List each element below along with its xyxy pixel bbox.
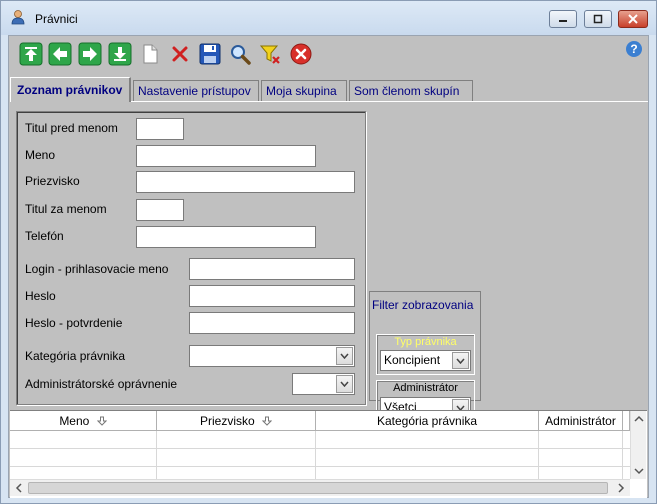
column-header-priezvisko-label: Priezvisko: [199, 414, 255, 428]
last-record-button[interactable]: [107, 41, 133, 67]
main-window: Právnici ? Zoznam právnikov Nastavenie p…: [0, 0, 657, 504]
cancel-circle-icon: [290, 43, 312, 65]
filter-title: Filter zobrazovania: [372, 298, 474, 312]
display-filter-panel: Filter zobrazovania Typ právnika Koncipi…: [369, 291, 481, 422]
column-header-filler: [623, 411, 630, 431]
lawyer-type-select[interactable]: Koncipient: [380, 350, 471, 371]
arrow-to-bottom-icon: [108, 42, 132, 66]
scroll-left-icon[interactable]: [13, 480, 25, 496]
new-document-icon: [143, 44, 158, 64]
vertical-scrollbar[interactable]: [630, 411, 646, 479]
first-name-label: Meno: [25, 148, 56, 162]
clear-filter-button[interactable]: [257, 41, 283, 67]
tab-moja-skupina[interactable]: Moja skupina: [261, 80, 347, 101]
column-divider: [538, 431, 539, 479]
title-after-input[interactable]: [136, 199, 184, 221]
last-name-input[interactable]: [136, 171, 355, 193]
filter-clear-icon: [259, 45, 280, 64]
title-before-input[interactable]: [136, 118, 184, 140]
horizontal-scroll-thumb[interactable]: [28, 482, 608, 494]
title-bar: Právnici: [1, 1, 656, 35]
scroll-up-icon[interactable]: [631, 413, 647, 425]
lawyer-type-value: Koncipient: [384, 353, 441, 367]
password-label: Heslo: [25, 289, 56, 303]
chevron-down-icon: [336, 347, 353, 365]
delete-x-icon: [172, 46, 188, 62]
maximize-button[interactable]: [584, 10, 612, 28]
first-name-input[interactable]: [136, 145, 316, 167]
sort-down-icon: [96, 416, 107, 426]
column-divider: [315, 431, 316, 479]
minimize-icon: [559, 20, 567, 22]
first-record-button[interactable]: [18, 41, 44, 67]
login-input[interactable]: [189, 258, 355, 280]
save-disk-icon: [199, 43, 221, 65]
column-header-meno[interactable]: Meno: [10, 411, 157, 431]
scroll-right-icon[interactable]: [615, 480, 627, 496]
category-label: Kategória právnika: [25, 349, 126, 363]
admin-right-select[interactable]: [292, 373, 355, 395]
lawyers-grid: Meno Priezvisko Kategória právnika Admin…: [10, 410, 647, 498]
chevron-down-icon: [452, 352, 469, 369]
column-divider: [156, 431, 157, 479]
password-input[interactable]: [189, 285, 355, 307]
client-area: ? Zoznam právnikov Nastavenie prístupov …: [8, 35, 649, 498]
search-button[interactable]: [227, 41, 253, 67]
lawyer-form: Titul pred menom Meno Priezvisko Titul z…: [16, 111, 366, 405]
administrator-caption: Administrátor: [393, 382, 458, 394]
chevron-down-icon: [336, 375, 353, 393]
minimize-button[interactable]: [549, 10, 577, 28]
window-title: Právnici: [35, 12, 78, 26]
next-record-button[interactable]: [77, 41, 103, 67]
horizontal-scrollbar[interactable]: [10, 479, 630, 496]
sort-down-icon: [261, 416, 273, 426]
row-divider: [10, 448, 630, 449]
login-label: Login - prihlasovacie meno: [25, 262, 169, 276]
save-button[interactable]: [197, 41, 223, 67]
column-header-kategoria[interactable]: Kategória právnika: [316, 411, 539, 431]
last-name-label: Priezvisko: [25, 174, 80, 188]
previous-record-button[interactable]: [47, 41, 73, 67]
tab-som-clenom-skupin[interactable]: Som členom skupín: [349, 80, 473, 101]
password-confirm-input[interactable]: [189, 312, 355, 334]
arrow-right-icon: [78, 42, 102, 66]
row-divider: [10, 466, 630, 467]
title-after-label: Titul za menom: [25, 202, 107, 216]
password-confirm-label: Heslo - potvrdenie: [25, 316, 123, 330]
help-icon[interactable]: ?: [626, 41, 642, 57]
tab-panel: Titul pred menom Meno Priezvisko Titul z…: [10, 101, 648, 422]
phone-input[interactable]: [136, 226, 316, 248]
close-icon: [628, 14, 638, 24]
category-select[interactable]: [189, 345, 355, 367]
lawyer-type-caption: Typ právnika: [394, 336, 457, 348]
tab-zoznam-pravnikov[interactable]: Zoznam právnikov: [10, 77, 132, 102]
phone-label: Telefón: [25, 229, 64, 243]
column-divider: [622, 431, 623, 479]
column-header-administrator[interactable]: Administrátor: [539, 411, 623, 431]
new-record-button[interactable]: [137, 41, 163, 67]
close-window-button[interactable]: [618, 10, 648, 28]
restore-icon: [593, 14, 603, 24]
scroll-down-icon[interactable]: [631, 465, 647, 477]
admin-right-label: Administrátorské oprávnenie: [25, 377, 178, 391]
title-before-label: Titul pred menom: [25, 121, 118, 135]
close-form-button[interactable]: [288, 41, 314, 67]
lawyer-type-group: Typ právnika Koncipient: [376, 334, 475, 375]
arrow-to-top-icon: [19, 42, 43, 66]
tab-nastavenie-pristupov[interactable]: Nastavenie prístupov: [133, 80, 259, 101]
toolbar: ?: [9, 36, 648, 74]
search-icon: [231, 45, 251, 65]
arrow-left-icon: [48, 42, 72, 66]
column-header-meno-label: Meno: [59, 414, 90, 428]
user-app-icon: [11, 10, 25, 25]
tab-bar: Zoznam právnikov Nastavenie prístupov Mo…: [9, 77, 648, 102]
delete-record-button[interactable]: [167, 41, 193, 67]
column-header-priezvisko[interactable]: Priezvisko: [157, 411, 316, 431]
